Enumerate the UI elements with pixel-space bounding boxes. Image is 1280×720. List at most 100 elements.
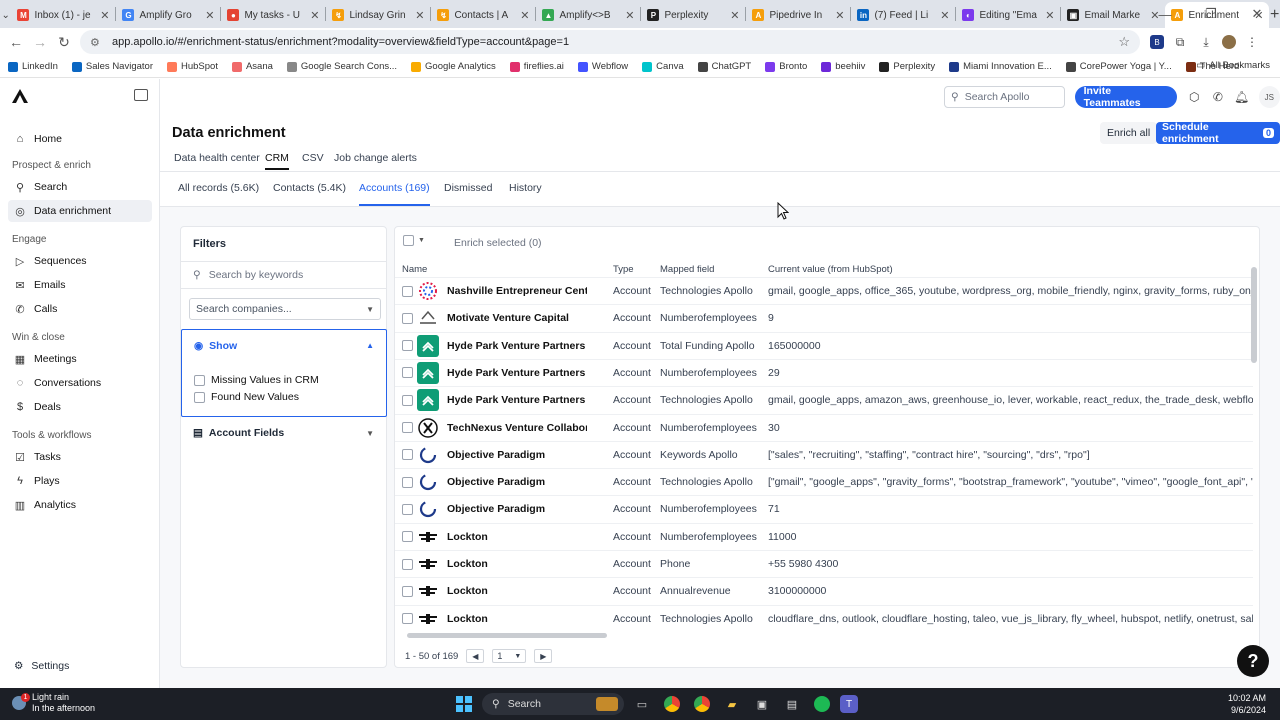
table-row[interactable]: Lockton Account Technologies Apollo cloudfl…: [395, 604, 1253, 632]
company-select[interactable]: Search companies... ▼: [189, 298, 381, 320]
company-name-link[interactable]: Objective Paradigm: [447, 449, 587, 461]
bookmark-item[interactable]: LinkedIn: [8, 61, 58, 72]
chrome-icon[interactable]: [660, 692, 684, 716]
browser-tab[interactable]: ◐ Editing "Ema ✕: [956, 2, 1060, 28]
search-apollo-input[interactable]: ⚲ Search Apollo: [944, 86, 1065, 108]
sidebar-item-plays[interactable]: ϟ Plays: [8, 470, 152, 492]
company-name-link[interactable]: Lockton: [447, 531, 587, 543]
table-row[interactable]: Objective Paradigm Account Technologies Ap…: [395, 468, 1253, 495]
phone-icon[interactable]: ✆: [1211, 90, 1225, 104]
puzzle-icon[interactable]: ⧉: [1170, 32, 1190, 52]
tab-close-icon[interactable]: ✕: [310, 9, 319, 22]
bookmark-item[interactable]: Bronto: [765, 61, 807, 72]
bookmark-star-icon[interactable]: ☆: [1118, 34, 1130, 50]
tab-close-icon[interactable]: ✕: [520, 9, 529, 22]
company-name-link[interactable]: Hyde Park Venture Partners: [447, 367, 587, 379]
row-checkbox[interactable]: [402, 585, 413, 597]
sidebar-item-calls[interactable]: ✆ Calls: [8, 298, 152, 320]
taskbar-search[interactable]: ⚲ Search: [482, 693, 624, 715]
prev-page-button[interactable]: ◀: [466, 649, 485, 663]
company-name-link[interactable]: Lockton: [447, 585, 587, 597]
tab-close-icon[interactable]: ✕: [835, 9, 844, 22]
table-row[interactable]: Objective Paradigm Account Keywords Apollo…: [395, 440, 1253, 468]
row-checkbox[interactable]: [402, 531, 413, 543]
company-name-link[interactable]: Motivate Venture Capital: [447, 312, 587, 324]
tab-close-icon[interactable]: ✕: [205, 9, 214, 22]
table-row[interactable]: Lockton Account Numberofemployees 11000: [395, 522, 1253, 550]
bookmark-item[interactable]: Sales Navigator: [71, 61, 153, 72]
column-header-name[interactable]: Name: [402, 264, 427, 275]
missing-values-option[interactable]: Missing Values in CRM: [194, 374, 319, 386]
tab-close-icon[interactable]: ✕: [415, 9, 424, 22]
row-checkbox[interactable]: [402, 367, 413, 379]
row-checkbox[interactable]: [402, 558, 413, 570]
subtab-contacts[interactable]: Contacts (5.4K): [273, 182, 346, 206]
row-checkbox[interactable]: [402, 312, 413, 324]
browser-tab[interactable]: ▲ Amplify<>B ✕: [536, 2, 640, 28]
bell-icon[interactable]: 🔔︎: [1234, 90, 1249, 104]
found-new-values-checkbox[interactable]: [194, 391, 205, 403]
company-name-link[interactable]: Objective Paradigm: [447, 503, 587, 515]
invite-teammates-button[interactable]: Invite Teammates: [1074, 85, 1178, 109]
spotify-icon[interactable]: [810, 692, 834, 716]
bookmark-item[interactable]: HubSpot: [166, 61, 218, 72]
browser-tab[interactable]: P Perplexity ✕: [641, 2, 745, 28]
subtab-history[interactable]: History: [509, 182, 542, 206]
browser-tab[interactable]: ↯ Contacts | A ✕: [431, 2, 535, 28]
all-bookmarks-button[interactable]: ▭ All Bookmarks: [1196, 60, 1270, 71]
bookmark-item[interactable]: beehiiv: [821, 61, 865, 72]
select-all-checkbox[interactable]: [403, 235, 414, 246]
back-icon[interactable]: ←: [4, 30, 28, 54]
table-row[interactable]: Motivate Venture Capital Account Numberofe…: [395, 304, 1253, 331]
company-name-link[interactable]: Hyde Park Venture Partners: [447, 394, 587, 406]
task-view-icon[interactable]: ▭: [630, 692, 654, 716]
table-row[interactable]: Nashville Entrepreneur Center Account Tech…: [395, 277, 1253, 304]
table-row[interactable]: Lockton Account Phone +55 5980 4300: [395, 550, 1253, 577]
bookmark-item[interactable]: Perplexity: [879, 61, 935, 72]
missing-values-checkbox[interactable]: [194, 374, 205, 386]
sidebar-item-meetings[interactable]: ▦ Meetings: [8, 348, 152, 370]
company-name-link[interactable]: Nashville Entrepreneur Center: [447, 285, 587, 297]
url-field[interactable]: ⚙ app.apollo.io/#/enrichment-status/enri…: [80, 30, 1140, 54]
column-header-mapped-field[interactable]: Mapped field: [660, 264, 714, 275]
chevron-down-icon[interactable]: ▼: [366, 429, 374, 438]
sidebar-item-tasks[interactable]: ☑ Tasks: [8, 446, 152, 468]
sidebar-item-home[interactable]: ⌂ Home: [8, 128, 152, 150]
table-row[interactable]: Lockton Account Annualrevenue 3100000000: [395, 577, 1253, 604]
account-fields-toggle[interactable]: ▤ Account Fields: [193, 427, 284, 439]
tab-csv[interactable]: CSV: [302, 152, 324, 170]
browser-tab[interactable]: ↯ Lindsay Grin ✕: [326, 2, 430, 28]
row-checkbox[interactable]: [402, 340, 413, 352]
restore-button[interactable]: ❐: [1188, 0, 1234, 28]
forward-icon[interactable]: →: [28, 30, 52, 54]
tab-close-icon[interactable]: ✕: [730, 9, 739, 22]
tab-close-icon[interactable]: ✕: [940, 9, 949, 22]
media-icon[interactable]: ▤: [780, 692, 804, 716]
bookmark-item[interactable]: fireflies.ai: [509, 61, 564, 72]
table-row[interactable]: Objective Paradigm Account Numberofemploye…: [395, 495, 1253, 522]
sidebar-item-settings[interactable]: ⚙ Settings: [14, 660, 69, 672]
chrome-profile-icon[interactable]: [690, 692, 714, 716]
extension-icon[interactable]: B: [1150, 35, 1164, 49]
tab-close-icon[interactable]: ✕: [1045, 9, 1054, 22]
browser-tab[interactable]: ● My tasks - U ✕: [221, 2, 325, 28]
table-row[interactable]: Hyde Park Venture Partners Account Numbero…: [395, 358, 1253, 386]
bookmark-item[interactable]: Google Analytics: [411, 61, 496, 72]
app-icon[interactable]: ▣: [750, 692, 774, 716]
user-avatar[interactable]: JS: [1258, 86, 1280, 108]
column-header-current-value[interactable]: Current value (from HubSpot): [768, 264, 893, 275]
close-window-button[interactable]: ✕: [1234, 0, 1280, 28]
sidebar-item-sequences[interactable]: ▷ Sequences: [8, 250, 152, 272]
row-checkbox[interactable]: [402, 503, 413, 515]
bookmark-item[interactable]: Google Search Cons...: [286, 61, 397, 72]
table-row[interactable]: TechNexus Venture Collabora... Account Num…: [395, 413, 1253, 441]
browser-tab[interactable]: M Inbox (1) - je ✕: [11, 2, 115, 28]
company-name-link[interactable]: Objective Paradigm: [447, 476, 587, 488]
tab-job-change-alerts[interactable]: Job change alerts: [334, 152, 417, 170]
row-checkbox[interactable]: [402, 422, 413, 433]
sidebar-item-analytics[interactable]: ▥ Analytics: [8, 494, 152, 516]
tab-close-icon[interactable]: ✕: [625, 9, 634, 22]
browser-tab[interactable]: A Pipedrive In ✕: [746, 2, 850, 28]
file-explorer-icon[interactable]: ▰: [720, 692, 744, 716]
company-name-link[interactable]: Lockton: [447, 613, 587, 625]
